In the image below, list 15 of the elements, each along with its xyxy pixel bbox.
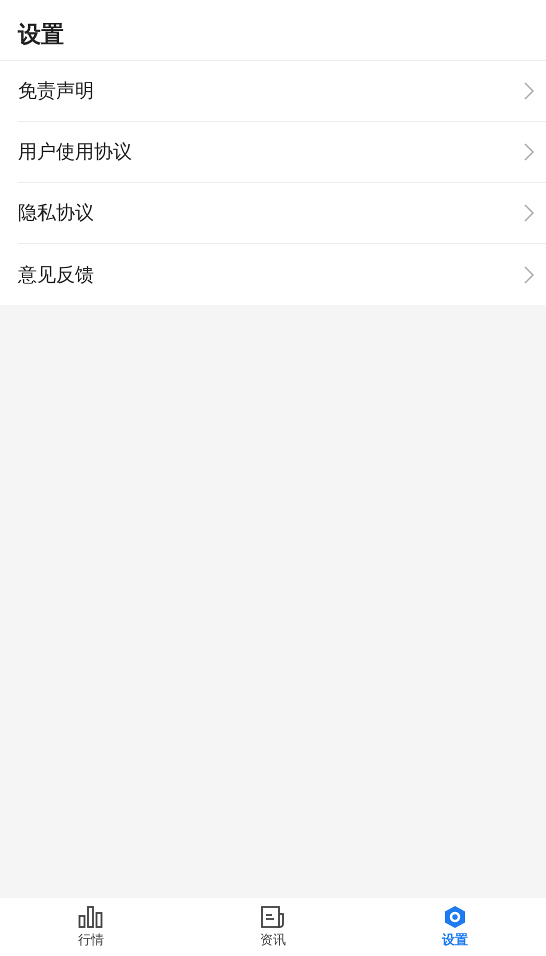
chevron-icon [524, 204, 534, 222]
tab[interactable]: 设置 [364, 898, 546, 956]
menu-item[interactable]: 意见反馈 [18, 244, 546, 305]
chevron-icon [524, 266, 534, 284]
tab[interactable]: 资讯 [182, 898, 364, 956]
menu-item[interactable]: 隐私协议 [18, 183, 546, 244]
newspaper-icon [260, 905, 286, 929]
page-title: 设置 [18, 21, 64, 50]
chevron-icon [524, 143, 534, 161]
menu-item[interactable]: 用户使用协议 [18, 122, 546, 183]
chevron-icon [524, 82, 534, 100]
tab[interactable]: 行情 [0, 898, 182, 956]
menu-item[interactable]: 免责声明 [18, 61, 546, 122]
bar-chart-icon [78, 905, 104, 929]
hexagon-settings-icon [443, 905, 467, 929]
